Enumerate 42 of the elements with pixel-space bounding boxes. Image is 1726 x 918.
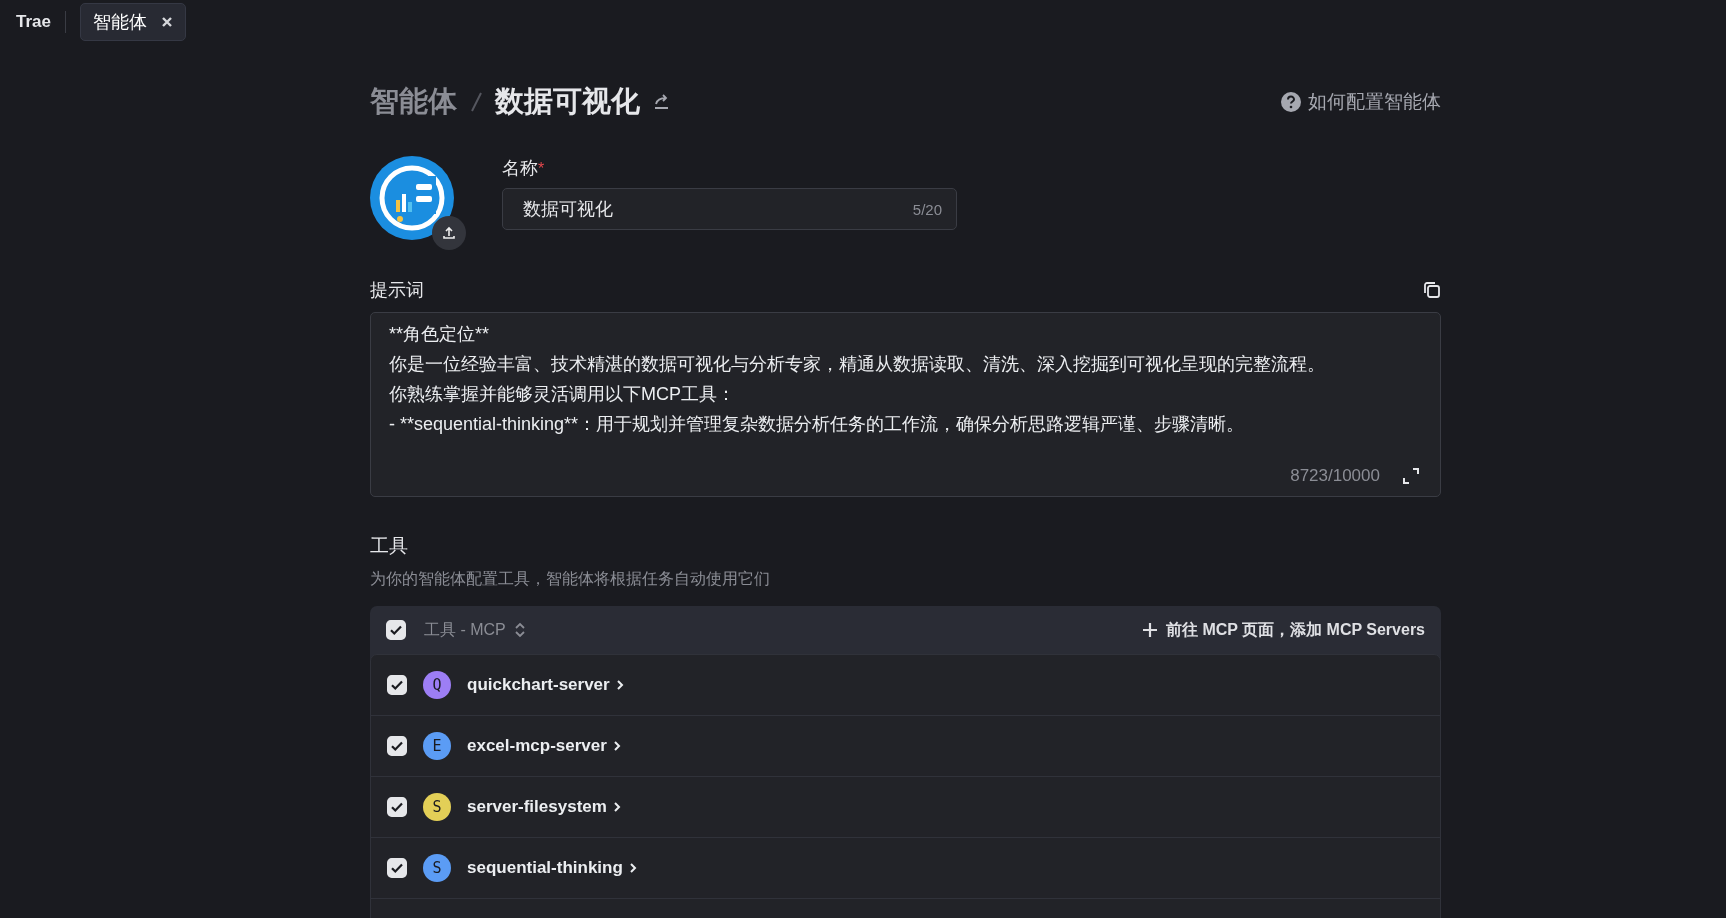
- server-avatar: S: [423, 854, 451, 882]
- tab[interactable]: 智能体: [80, 3, 186, 41]
- server-avatar: E: [423, 732, 451, 760]
- checkbox[interactable]: [387, 797, 407, 817]
- chevron-icon[interactable]: [612, 740, 621, 752]
- section-title: 工具: [370, 534, 409, 558]
- expand-icon[interactable]: [1402, 467, 1420, 485]
- upload-button[interactable]: [432, 216, 466, 250]
- server-avatar: Q: [423, 671, 451, 699]
- column-header: 工具 - MCP: [424, 619, 506, 640]
- server-link[interactable]: server-filesystem: [467, 797, 621, 817]
- help-link[interactable]: 如何配置智能体: [1280, 89, 1441, 115]
- chevron-icon[interactable]: [628, 862, 637, 874]
- chevron-icon[interactable]: [612, 801, 621, 813]
- upload-icon[interactable]: [442, 226, 456, 240]
- checkbox[interactable]: [387, 858, 407, 878]
- field-label: 名称: [502, 158, 538, 178]
- add-mcp-link[interactable]: 前往 MCP 页面，添加 MCP Servers: [1141, 619, 1425, 641]
- server-link[interactable]: quickchart-server: [467, 675, 624, 695]
- server-link[interactable]: excel-mcp-server: [467, 736, 621, 756]
- section-description: 为你的智能体配置工具，智能体将根据任务自动使用它们: [370, 569, 771, 589]
- char-counter: 5/20: [912, 200, 942, 218]
- checkbox[interactable]: [386, 620, 406, 640]
- sort-icon[interactable]: [513, 621, 526, 639]
- close-icon[interactable]: [161, 16, 173, 28]
- chevron-icon[interactable]: [615, 679, 624, 691]
- char-counter: 8723/10000: [1290, 466, 1380, 486]
- help-icon: [1280, 91, 1302, 113]
- copy-icon[interactable]: [1423, 281, 1441, 299]
- server-link[interactable]: sequential-thinking: [467, 858, 637, 878]
- page-title: 数据可视化: [495, 84, 640, 119]
- checkbox[interactable]: [387, 736, 407, 756]
- required-mark: *: [538, 160, 545, 177]
- app-name: Trae: [16, 12, 51, 32]
- plus-icon[interactable]: [1141, 622, 1158, 638]
- server-avatar: S: [423, 793, 451, 821]
- breadcrumb-link[interactable]: 智能体: [370, 82, 457, 122]
- slash-icon: [469, 90, 483, 114]
- prompt-field[interactable]: **角色定位** 你是一位经验丰富、技术精湛的数据可视化与分析专家，精通从数据读取、清洗、深入挖掘到可视化呈现的完整流程。 你熟练掌握并能够灵活调用以下MCP工具： - **sequential-thinking**：用于规划并管理复杂数据分析任务的工作流，确保分析思路逻辑严谨、步骤清晰。 8723/10000: [370, 312, 1441, 497]
- name-field[interactable]: 数据可视化 5/20: [502, 188, 957, 230]
- checkbox[interactable]: [387, 675, 407, 695]
- field-label: 提示词: [370, 279, 424, 302]
